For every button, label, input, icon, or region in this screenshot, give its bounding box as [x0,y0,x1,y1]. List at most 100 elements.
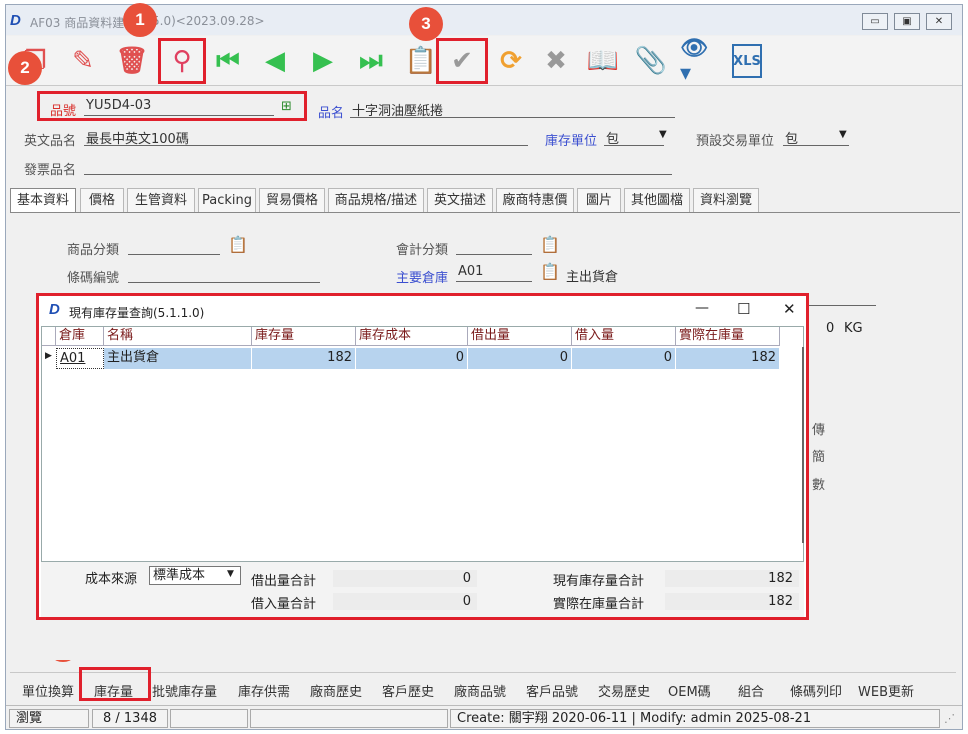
product-no-field[interactable]: YU5D4-03 [84,98,274,116]
unit-convert-button[interactable]: 單位換算 [22,681,74,700]
supply-demand-button[interactable]: 庫存供需 [238,681,290,700]
col-lend-out[interactable]: 借出量 [468,327,572,346]
tab-packing[interactable]: Packing [198,188,256,213]
tab-basic[interactable]: 基本資料 [10,188,76,213]
cell-warehouse[interactable]: A01 [56,348,104,369]
product-header: 品號 YU5D4-03 ⊞ 品名 十字洞油壓紙捲 英文品名 最長中英文100碼 … [6,87,962,183]
partial-label-1: 傳 [812,423,826,438]
product-name-field[interactable]: 十字洞油壓紙捲 [350,100,675,119]
dialog-minimize-button[interactable]: — [695,300,709,316]
close-button[interactable]: ✕ [926,13,952,30]
minimize-button[interactable]: ▭ [862,13,888,30]
dialog-close-button[interactable]: ✕ [783,300,796,318]
clipboard-icon[interactable]: 📋 [540,262,560,281]
callout-1: 1 [123,3,157,37]
customer-history-button[interactable]: 客戶歷史 [382,681,434,700]
borrow-in-total: 0 [333,593,477,610]
excel-export-icon[interactable]: XLS [732,44,762,78]
refresh-icon[interactable]: ⟳ [492,42,530,80]
search-icon[interactable]: ⚲ [158,38,206,84]
cell-actual[interactable]: 182 [676,348,780,369]
en-name-field[interactable]: 最長中英文100碼 [84,128,528,147]
tab-en-desc[interactable]: 英文描述 [427,188,493,213]
cost-source-label: 成本來源 [85,572,138,587]
first-record-icon[interactable]: ⏮ [209,42,247,80]
window-title: AF03 商品資料建 [30,16,125,30]
account-label: 會計分類 [396,243,449,258]
next-record-icon[interactable]: ▶ [304,42,342,80]
chevron-down-icon[interactable]: ▼ [227,569,234,579]
col-borrow-in[interactable]: 借入量 [572,327,676,346]
col-stock[interactable]: 庫存量 [252,327,356,346]
col-cost[interactable]: 庫存成本 [356,327,468,346]
barcode-print-button[interactable]: 條碼列印 [790,681,842,700]
callout-2: 2 [8,51,42,85]
batch-stock-button[interactable]: 批號庫存量 [152,681,217,700]
dialog-title-bar: D 現有庫存量查詢(5.1.1.0) — ☐ ✕ [39,296,806,326]
dialog-title: 現有庫存量查詢(5.1.1.0) [69,306,205,320]
borrow-in-total-label: 借入量合計 [251,597,317,612]
oem-code-button[interactable]: OEM碼 [668,681,711,700]
vendor-part-button[interactable]: 廠商品號 [454,681,506,700]
partial-label-3: 數 [812,478,826,493]
actual-total: 182 [665,593,799,610]
tab-spec[interactable]: 商品規格/描述 [328,188,424,213]
paste-icon[interactable]: 📋 [402,42,440,80]
invoice-name-field[interactable] [84,157,672,175]
partial-label-2: 簡 [812,450,826,465]
lend-out-total: 0 [333,570,477,587]
stock-total: 182 [665,570,799,587]
last-record-icon[interactable]: ⏭ [352,42,390,80]
edit-icon[interactable]: ✎ [64,42,102,80]
resize-grip-icon[interactable]: ⋰ [944,712,955,725]
trade-history-button[interactable]: 交易歷史 [598,681,650,700]
weight-unit: KG [844,321,863,336]
chevron-down-icon[interactable]: ▼ [659,129,667,140]
book-icon[interactable]: 📖 [584,42,622,80]
view-icon[interactable]: 👁▾ [680,36,718,86]
delete-icon[interactable]: 🗑 [113,42,151,80]
cell-name[interactable]: 主出貨倉 [104,348,252,369]
tab-trade-price[interactable]: 貿易價格 [259,188,325,213]
customer-part-button[interactable]: 客戶品號 [526,681,578,700]
combo-button[interactable]: 組合 [738,681,764,700]
col-warehouse[interactable]: 倉庫 [56,327,104,346]
dialog-summary: 成本來源 標準成本 ▼ 借出量合計 0 借入量合計 0 現有庫存量合計 182 … [41,562,804,617]
vertical-scrollbar[interactable] [802,347,804,543]
toolbar: ❐ ✎ 🗑 ⚲ ⏮ ◀ ▶ ⏭ 📋 ✔ ⟳ ✖ 📖 📎 👁▾ XLS [6,36,962,86]
attachment-icon[interactable]: 📎 [632,42,670,80]
tab-price[interactable]: 價格 [80,188,124,213]
warehouse-field[interactable]: A01 [456,264,532,282]
confirm-icon[interactable]: ✔ [436,38,488,84]
tab-browse[interactable]: 資料瀏覽 [693,188,759,213]
web-update-button[interactable]: WEB更新 [858,681,914,700]
cell-stock[interactable]: 182 [252,348,356,369]
vendor-history-button[interactable]: 廠商歷史 [310,681,362,700]
cell-borrow-in[interactable]: 0 [572,348,676,369]
stock-qty-button[interactable]: 庫存量 [94,681,133,700]
en-name-label: 英文品名 [24,134,77,149]
dialog-maximize-button[interactable]: ☐ [737,300,750,318]
trade-unit-label: 預設交易單位 [696,134,775,149]
tree-icon[interactable]: ⊞ [281,99,292,114]
account-field[interactable] [456,237,532,255]
clipboard-icon[interactable]: 📋 [228,235,248,254]
cell-lend-out[interactable]: 0 [468,348,572,369]
barcode-field[interactable] [128,265,320,283]
stock-unit-select[interactable]: 包 [604,128,664,147]
tab-production[interactable]: 生管資料 [127,188,195,213]
dialog-logo-icon: D [49,301,60,318]
category-field[interactable] [128,237,220,255]
maximize-button[interactable]: ▣ [894,13,920,30]
tab-vendor-price[interactable]: 廠商特惠價 [496,188,574,213]
tab-images[interactable]: 圖片 [577,188,621,213]
cancel-icon[interactable]: ✖ [537,42,575,80]
chevron-down-icon[interactable]: ▼ [839,129,847,140]
col-actual[interactable]: 實際在庫量 [676,327,780,346]
cell-cost[interactable]: 0 [356,348,468,369]
prev-record-icon[interactable]: ◀ [256,42,294,80]
tab-other-images[interactable]: 其他圖檔 [624,188,690,213]
col-name[interactable]: 名稱 [104,327,252,346]
status-info: Create: 關宇翔 2020-06-11 | Modify: admin 2… [450,709,940,728]
clipboard-icon[interactable]: 📋 [540,235,560,254]
